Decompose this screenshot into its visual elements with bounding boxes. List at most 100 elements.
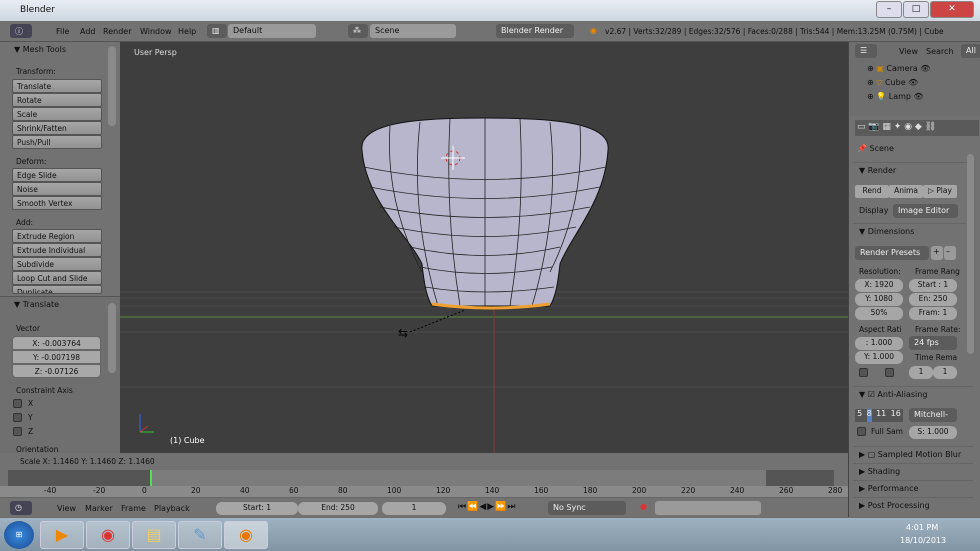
media-player-taskbar-icon[interactable]: ▶ <box>40 521 84 549</box>
full-sample-checkbox[interactable] <box>857 427 866 436</box>
outliner-view-menu[interactable]: View <box>899 47 918 56</box>
outliner-item-lamp[interactable]: ⊕ 💡 Lamp 👁 <box>867 92 924 101</box>
aa-samples-selector[interactable]: 5 8 11 16 <box>855 409 903 422</box>
loop-cut-button[interactable]: Loop Cut and Slide <box>12 271 102 285</box>
crop-checkbox[interactable] <box>885 368 894 377</box>
aa-sample-5[interactable]: 5 <box>857 409 862 422</box>
timeline-menu-frame[interactable]: Frame <box>121 504 146 513</box>
tools-scrollbar[interactable] <box>108 46 116 126</box>
frame-rate-select[interactable]: 24 fps <box>909 336 957 350</box>
aa-sample-16[interactable]: 16 <box>891 409 901 422</box>
motion-blur-header[interactable]: ▶ ▢ Sampled Motion Blur <box>853 446 973 462</box>
record-icon[interactable]: ● <box>640 502 647 511</box>
smooth-vertex-button[interactable]: Smooth Vertex <box>12 196 102 210</box>
constraint-z-checkbox[interactable] <box>13 427 22 436</box>
add-preset-button[interactable]: + <box>931 246 943 260</box>
vector-z-field[interactable]: Z: -0.07126 <box>12 364 101 378</box>
frame-step-field[interactable]: Fram: 1 <box>909 307 957 320</box>
blender-taskbar-icon[interactable]: ◉ <box>224 521 268 549</box>
keying-set-field[interactable] <box>655 501 761 515</box>
render-engine-select[interactable]: Blender Render <box>496 24 574 38</box>
remove-preset-button[interactable]: – <box>944 246 956 260</box>
shading-header[interactable]: ▶ Shading <box>853 463 973 479</box>
menu-add[interactable]: Add <box>80 27 96 36</box>
aspect-y-field[interactable]: Y: 1.000 <box>855 351 903 364</box>
menu-window[interactable]: Window <box>140 27 172 36</box>
vector-x-field[interactable]: X: -0.003764 <box>12 336 101 350</box>
paint-taskbar-icon[interactable]: ✎ <box>178 521 222 549</box>
scale-button[interactable]: Scale <box>12 107 102 121</box>
extrude-region-button[interactable]: Extrude Region <box>12 229 102 243</box>
animation-button[interactable]: Anima <box>889 185 923 198</box>
noise-button[interactable]: Noise <box>12 182 102 196</box>
edge-slide-button[interactable]: Edge Slide <box>12 168 102 182</box>
timeline-ruler[interactable]: -40 -20 0 20 40 60 80 100 120 140 160 180 200 220 240 2… <box>0 486 848 497</box>
time-remap-new-field[interactable]: 1 <box>933 366 957 379</box>
aa-sample-11[interactable]: 11 <box>876 409 886 422</box>
properties-scrollbar[interactable] <box>967 154 974 354</box>
layout-icon[interactable]: ▥ <box>207 24 227 38</box>
filter-size-field[interactable]: S: 1.000 <box>909 426 957 439</box>
frame-start-field[interactable]: Start : 1 <box>909 279 957 292</box>
outliner-item-cube[interactable]: ⊕ ▽ Cube 👁 <box>867 78 918 87</box>
render-panel-header[interactable]: ▼ Render <box>853 162 973 178</box>
time-remap-old-field[interactable]: 1 <box>909 366 933 379</box>
subdivide-button[interactable]: Subdivide <box>12 257 102 271</box>
menu-help[interactable]: Help <box>178 27 196 36</box>
translate-panel-header[interactable]: ▼ Translate <box>14 300 59 309</box>
operator-scrollbar[interactable] <box>108 303 116 373</box>
render-button[interactable]: Rend <box>855 185 889 198</box>
current-frame-marker[interactable] <box>150 470 152 486</box>
current-frame-field[interactable]: 1 <box>382 502 446 515</box>
3d-viewport[interactable]: User Persp ⇆ (1) Cube <box>120 42 848 453</box>
extrude-individual-button[interactable]: Extrude Individual <box>12 243 102 257</box>
render-presets-select[interactable]: Render Presets <box>855 246 929 260</box>
translate-button[interactable]: Translate <box>12 79 102 93</box>
chrome-taskbar-icon[interactable]: ◉ <box>86 521 130 549</box>
resolution-x-field[interactable]: X: 1920 <box>855 279 903 292</box>
post-processing-header[interactable]: ▶ Post Processing <box>853 497 973 513</box>
push-pull-button[interactable]: Push/Pull <box>12 135 102 149</box>
timeline-menu-playback[interactable]: Playback <box>154 504 190 513</box>
outliner-item-camera[interactable]: ⊕ ▣ Camera 👁 <box>867 64 930 73</box>
scene-select[interactable]: Scene <box>370 24 456 38</box>
sync-select[interactable]: No Sync <box>548 501 626 515</box>
timeline-area[interactable] <box>8 470 834 486</box>
rotate-button[interactable]: Rotate <box>12 93 102 107</box>
frame-end-field[interactable]: En: 250 <box>909 293 957 306</box>
timeline[interactable]: -40 -20 0 20 40 60 80 100 120 140 160 180 200 220 240 2… <box>0 470 848 497</box>
explorer-taskbar-icon[interactable]: ▤ <box>132 521 176 549</box>
clock-date[interactable]: 18/10/2013 <box>900 536 946 545</box>
start-button[interactable]: ⊞ <box>4 521 34 549</box>
timeline-menu-marker[interactable]: Marker <box>85 504 113 513</box>
outliner-filter-select[interactable]: All <box>961 44 980 58</box>
timeline-menu-view[interactable]: View <box>57 504 76 513</box>
aa-sample-8[interactable]: 8 <box>866 409 872 422</box>
constraint-y-checkbox[interactable] <box>13 413 22 422</box>
resolution-percent-slider[interactable]: 50% <box>855 307 903 320</box>
maximize-button[interactable]: □ <box>903 1 929 18</box>
playback-controls[interactable]: ⏮⏪◀▶⏩⏭ <box>458 502 542 515</box>
properties-tabs[interactable]: ▭ 📷 ▦ ✦ ◉ ◆ ⛓ <box>855 120 979 136</box>
menu-file[interactable]: File <box>56 27 69 36</box>
vector-y-field[interactable]: Y: -0.007198 <box>12 350 101 364</box>
performance-header[interactable]: ▶ Performance <box>853 480 973 496</box>
aa-filter-select[interactable]: Mitchell- <box>909 408 957 422</box>
constraint-x-checkbox[interactable] <box>13 399 22 408</box>
duplicate-button[interactable]: Duplicate <box>12 285 102 294</box>
minimize-button[interactable]: – <box>876 1 902 18</box>
border-checkbox[interactable] <box>859 368 868 377</box>
scene-icon[interactable]: ⁂ <box>348 24 368 38</box>
anti-aliasing-header[interactable]: ▼ ☑ Anti-Aliasing <box>853 386 973 402</box>
close-button[interactable]: ✕ <box>930 1 974 18</box>
timeline-editor-icon[interactable]: ◷ <box>10 501 32 515</box>
play-button[interactable]: ▷ Play <box>923 185 957 198</box>
display-select[interactable]: Image Editor <box>893 204 958 218</box>
end-frame-field[interactable]: End: 250 <box>298 502 378 515</box>
layout-select[interactable]: Default <box>228 24 316 38</box>
dimensions-panel-header[interactable]: ▼ Dimensions <box>853 223 973 239</box>
outliner-editor-icon[interactable]: ☰ <box>855 44 877 58</box>
start-frame-field[interactable]: Start: 1 <box>216 502 298 515</box>
mesh-tools-header[interactable]: ▼ Mesh Tools <box>14 45 66 54</box>
resolution-y-field[interactable]: Y: 1080 <box>855 293 903 306</box>
